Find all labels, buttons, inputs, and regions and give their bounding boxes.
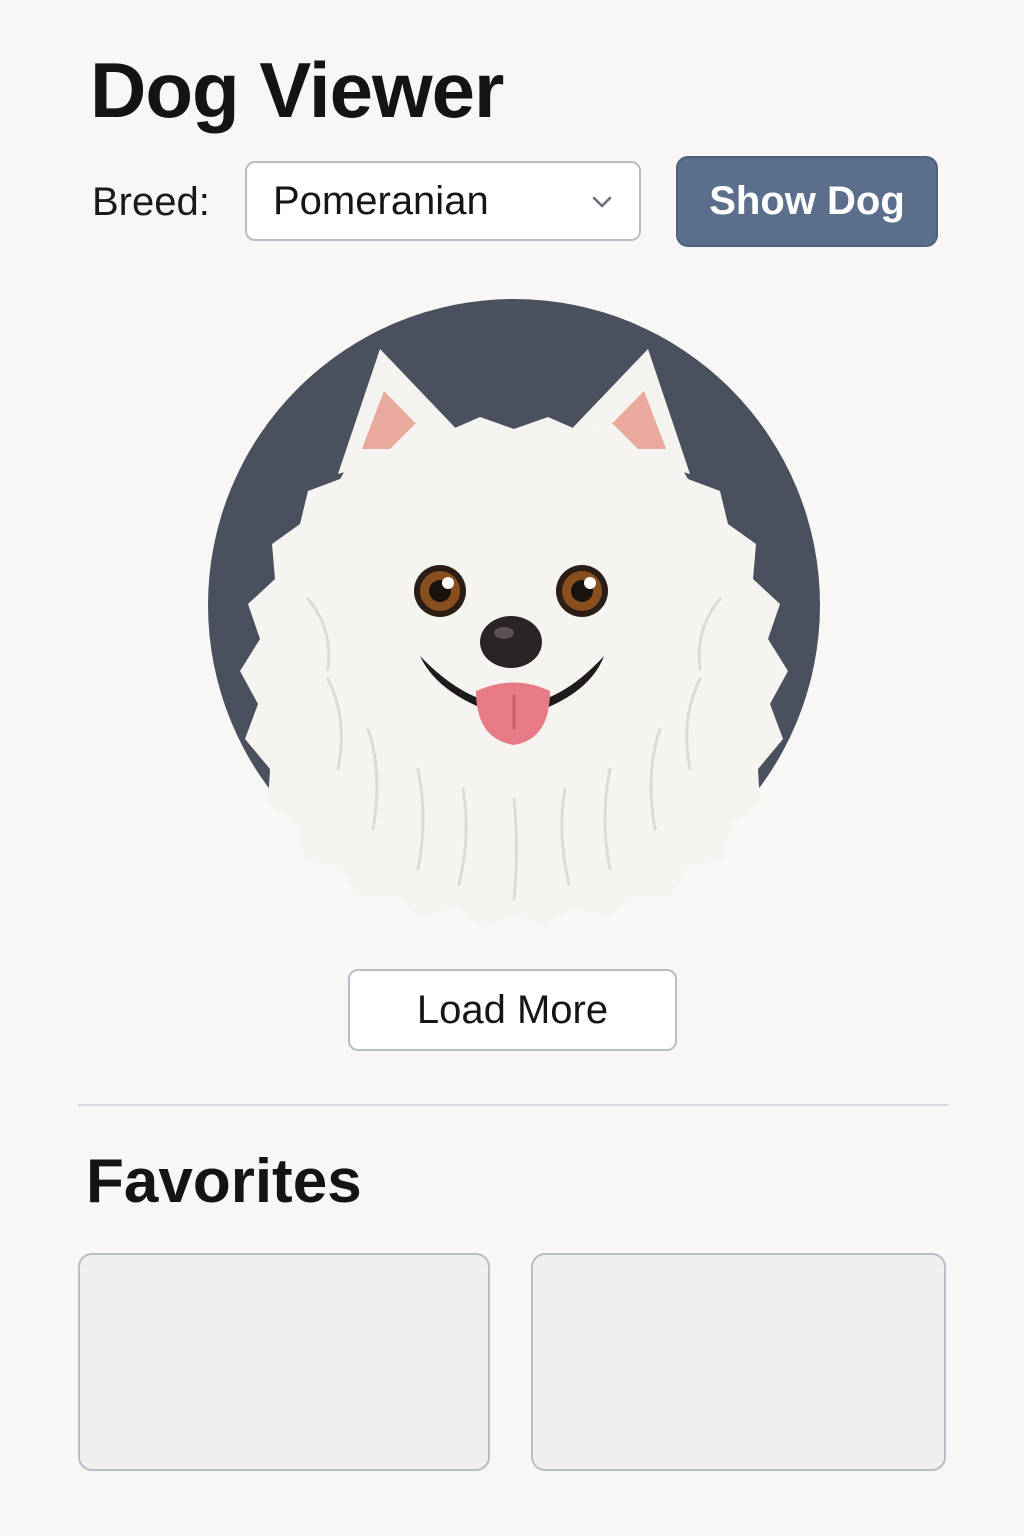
dog-fur	[240, 417, 788, 927]
dog-image	[208, 299, 820, 927]
dog-nose	[480, 616, 542, 668]
favorite-slot[interactable]	[531, 1253, 946, 1471]
favorites-title: Favorites	[86, 1147, 362, 1216]
breed-select[interactable]: Pomeranian	[245, 161, 641, 241]
show-dog-button[interactable]: Show Dog	[676, 156, 938, 247]
load-more-button[interactable]: Load More	[348, 969, 677, 1051]
chevron-down-icon	[592, 196, 612, 208]
breed-label: Breed:	[92, 180, 210, 224]
page-title: Dog Viewer	[90, 46, 504, 134]
section-divider	[78, 1104, 948, 1106]
breed-select-value: Pomeranian	[273, 178, 489, 223]
favorite-slot[interactable]	[78, 1253, 490, 1471]
